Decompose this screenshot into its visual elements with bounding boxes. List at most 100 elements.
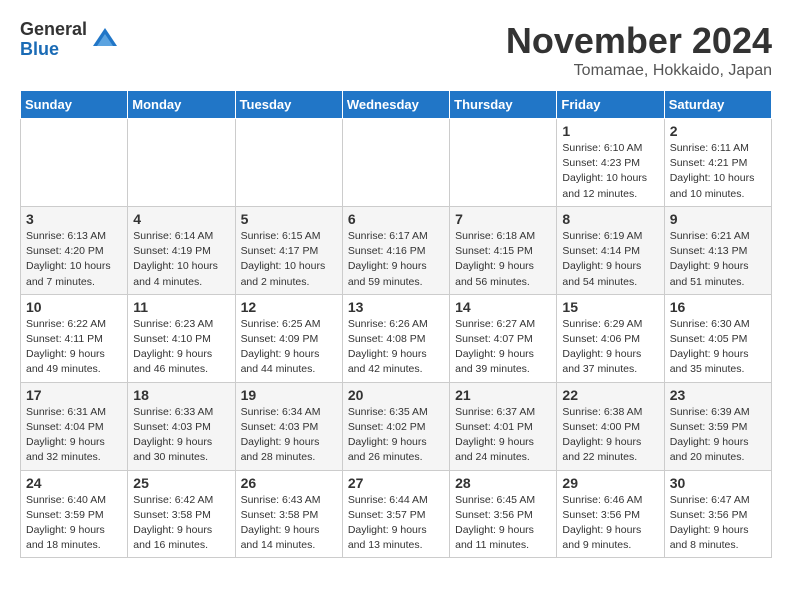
- day-info: Sunrise: 6:26 AM Sunset: 4:08 PM Dayligh…: [348, 317, 444, 378]
- day-number: 29: [562, 475, 658, 491]
- day-info: Sunrise: 6:43 AM Sunset: 3:58 PM Dayligh…: [241, 493, 337, 554]
- calendar-cell: 6Sunrise: 6:17 AM Sunset: 4:16 PM Daylig…: [342, 206, 449, 294]
- calendar-cell: 10Sunrise: 6:22 AM Sunset: 4:11 PM Dayli…: [21, 294, 128, 382]
- day-number: 13: [348, 299, 444, 315]
- day-info: Sunrise: 6:30 AM Sunset: 4:05 PM Dayligh…: [670, 317, 766, 378]
- calendar-week-4: 17 Sunrise: 6:31 AM Sunset: 4:04 PM Dayli…: [21, 382, 772, 470]
- day-number: 8: [562, 211, 658, 227]
- calendar-week-1: 1Sunrise: 6:10 AM Sunset: 4:23 PM Daylig…: [21, 119, 772, 207]
- calendar-cell: 24Sunrise: 6:40 AM Sunset: 3:59 PM Dayli…: [21, 470, 128, 558]
- day-number: 12: [241, 299, 337, 315]
- day-number: 5: [241, 211, 337, 227]
- header-sunday: Sunday: [21, 91, 128, 119]
- header-wednesday: Wednesday: [342, 91, 449, 119]
- day-info: Sunrise: 6:25 AM Sunset: 4:09 PM Dayligh…: [241, 317, 337, 378]
- calendar-body: 1Sunrise: 6:10 AM Sunset: 4:23 PM Daylig…: [21, 119, 772, 558]
- calendar-cell: 4Sunrise: 6:14 AM Sunset: 4:19 PM Daylig…: [128, 206, 235, 294]
- calendar-cell: [450, 119, 557, 207]
- day-info: Sunrise: 6:35 AM Sunset: 4:02 PM Dayligh…: [348, 405, 444, 466]
- day-number: 10: [26, 299, 122, 315]
- calendar-cell: 16 Sunrise: 6:30 AM Sunset: 4:05 PM Dayli…: [664, 294, 771, 382]
- calendar-cell: 5 Sunrise: 6:15 AM Sunset: 4:17 PM Daylig…: [235, 206, 342, 294]
- day-number: 20: [348, 387, 444, 403]
- day-info: Sunrise: 6:10 AM Sunset: 4:23 PM Dayligh…: [562, 141, 658, 202]
- calendar-table: SundayMondayTuesdayWednesdayThursdayFrid…: [20, 90, 772, 558]
- day-info: Sunrise: 6:40 AM Sunset: 3:59 PM Dayligh…: [26, 493, 122, 554]
- calendar-cell: 28 Sunrise: 6:45 AM Sunset: 3:56 PM Dayli…: [450, 470, 557, 558]
- day-info: Sunrise: 6:33 AM Sunset: 4:03 PM Dayligh…: [133, 405, 229, 466]
- day-number: 30: [670, 475, 766, 491]
- day-info: Sunrise: 6:44 AM Sunset: 3:57 PM Dayligh…: [348, 493, 444, 554]
- calendar-cell: 21 Sunrise: 6:37 AM Sunset: 4:01 PM Dayli…: [450, 382, 557, 470]
- day-info: Sunrise: 6:46 AM Sunset: 3:56 PM Dayligh…: [562, 493, 658, 554]
- day-number: 21: [455, 387, 551, 403]
- title-area: November 2024 Tomamae, Hokkaido, Japan: [506, 20, 772, 80]
- day-info: Sunrise: 6:23 AM Sunset: 4:10 PM Dayligh…: [133, 317, 229, 378]
- day-number: 28: [455, 475, 551, 491]
- day-number: 11: [133, 299, 229, 315]
- header-monday: Monday: [128, 91, 235, 119]
- day-info: Sunrise: 6:15 AM Sunset: 4:17 PM Dayligh…: [241, 229, 337, 290]
- location: Tomamae, Hokkaido, Japan: [506, 62, 772, 80]
- day-info: Sunrise: 6:29 AM Sunset: 4:06 PM Dayligh…: [562, 317, 658, 378]
- day-number: 3: [26, 211, 122, 227]
- calendar-cell: 13 Sunrise: 6:26 AM Sunset: 4:08 PM Dayli…: [342, 294, 449, 382]
- calendar-cell: 1Sunrise: 6:10 AM Sunset: 4:23 PM Daylig…: [557, 119, 664, 207]
- calendar-cell: 7 Sunrise: 6:18 AM Sunset: 4:15 PM Daylig…: [450, 206, 557, 294]
- day-info: Sunrise: 6:17 AM Sunset: 4:16 PM Dayligh…: [348, 229, 444, 290]
- calendar-cell: 18 Sunrise: 6:33 AM Sunset: 4:03 PM Dayli…: [128, 382, 235, 470]
- header-tuesday: Tuesday: [235, 91, 342, 119]
- day-info: Sunrise: 6:47 AM Sunset: 3:56 PM Dayligh…: [670, 493, 766, 554]
- day-number: 18: [133, 387, 229, 403]
- calendar-cell: 11 Sunrise: 6:23 AM Sunset: 4:10 PM Dayli…: [128, 294, 235, 382]
- day-info: Sunrise: 6:39 AM Sunset: 3:59 PM Dayligh…: [670, 405, 766, 466]
- calendar-cell: 17 Sunrise: 6:31 AM Sunset: 4:04 PM Dayli…: [21, 382, 128, 470]
- header-saturday: Saturday: [664, 91, 771, 119]
- day-info: Sunrise: 6:31 AM Sunset: 4:04 PM Dayligh…: [26, 405, 122, 466]
- day-info: Sunrise: 6:11 AM Sunset: 4:21 PM Dayligh…: [670, 141, 766, 202]
- calendar-week-2: 3 Sunrise: 6:13 AM Sunset: 4:20 PM Daylig…: [21, 206, 772, 294]
- day-number: 25: [133, 475, 229, 491]
- calendar-cell: 26 Sunrise: 6:43 AM Sunset: 3:58 PM Dayli…: [235, 470, 342, 558]
- day-info: Sunrise: 6:38 AM Sunset: 4:00 PM Dayligh…: [562, 405, 658, 466]
- day-number: 15: [562, 299, 658, 315]
- day-number: 23: [670, 387, 766, 403]
- header-friday: Friday: [557, 91, 664, 119]
- day-info: Sunrise: 6:27 AM Sunset: 4:07 PM Dayligh…: [455, 317, 551, 378]
- day-number: 22: [562, 387, 658, 403]
- calendar-week-3: 10Sunrise: 6:22 AM Sunset: 4:11 PM Dayli…: [21, 294, 772, 382]
- day-number: 26: [241, 475, 337, 491]
- logo-general-text: General: [20, 20, 87, 40]
- calendar-cell: 27 Sunrise: 6:44 AM Sunset: 3:57 PM Dayli…: [342, 470, 449, 558]
- day-info: Sunrise: 6:13 AM Sunset: 4:20 PM Dayligh…: [26, 229, 122, 290]
- month-title: November 2024: [506, 20, 772, 62]
- day-info: Sunrise: 6:14 AM Sunset: 4:19 PM Dayligh…: [133, 229, 229, 290]
- day-info: Sunrise: 6:18 AM Sunset: 4:15 PM Dayligh…: [455, 229, 551, 290]
- day-number: 27: [348, 475, 444, 491]
- calendar-cell: 8 Sunrise: 6:19 AM Sunset: 4:14 PM Daylig…: [557, 206, 664, 294]
- day-number: 7: [455, 211, 551, 227]
- calendar-cell: [21, 119, 128, 207]
- calendar-cell: 15 Sunrise: 6:29 AM Sunset: 4:06 PM Dayli…: [557, 294, 664, 382]
- day-info: Sunrise: 6:42 AM Sunset: 3:58 PM Dayligh…: [133, 493, 229, 554]
- day-number: 9: [670, 211, 766, 227]
- header-thursday: Thursday: [450, 91, 557, 119]
- day-number: 2: [670, 123, 766, 139]
- day-info: Sunrise: 6:19 AM Sunset: 4:14 PM Dayligh…: [562, 229, 658, 290]
- day-number: 17: [26, 387, 122, 403]
- calendar-cell: 20 Sunrise: 6:35 AM Sunset: 4:02 PM Dayli…: [342, 382, 449, 470]
- page-header: General Blue November 2024 Tomamae, Hokk…: [20, 20, 772, 80]
- day-number: 16: [670, 299, 766, 315]
- calendar-cell: 22 Sunrise: 6:38 AM Sunset: 4:00 PM Dayli…: [557, 382, 664, 470]
- calendar-cell: 3 Sunrise: 6:13 AM Sunset: 4:20 PM Daylig…: [21, 206, 128, 294]
- day-info: Sunrise: 6:45 AM Sunset: 3:56 PM Dayligh…: [455, 493, 551, 554]
- day-info: Sunrise: 6:21 AM Sunset: 4:13 PM Dayligh…: [670, 229, 766, 290]
- calendar-header: SundayMondayTuesdayWednesdayThursdayFrid…: [21, 91, 772, 119]
- calendar-cell: 19Sunrise: 6:34 AM Sunset: 4:03 PM Dayli…: [235, 382, 342, 470]
- calendar-cell: 9 Sunrise: 6:21 AM Sunset: 4:13 PM Daylig…: [664, 206, 771, 294]
- day-info: Sunrise: 6:37 AM Sunset: 4:01 PM Dayligh…: [455, 405, 551, 466]
- calendar-cell: [342, 119, 449, 207]
- logo: General Blue: [20, 20, 119, 60]
- calendar-cell: 29 Sunrise: 6:46 AM Sunset: 3:56 PM Dayli…: [557, 470, 664, 558]
- day-info: Sunrise: 6:34 AM Sunset: 4:03 PM Dayligh…: [241, 405, 337, 466]
